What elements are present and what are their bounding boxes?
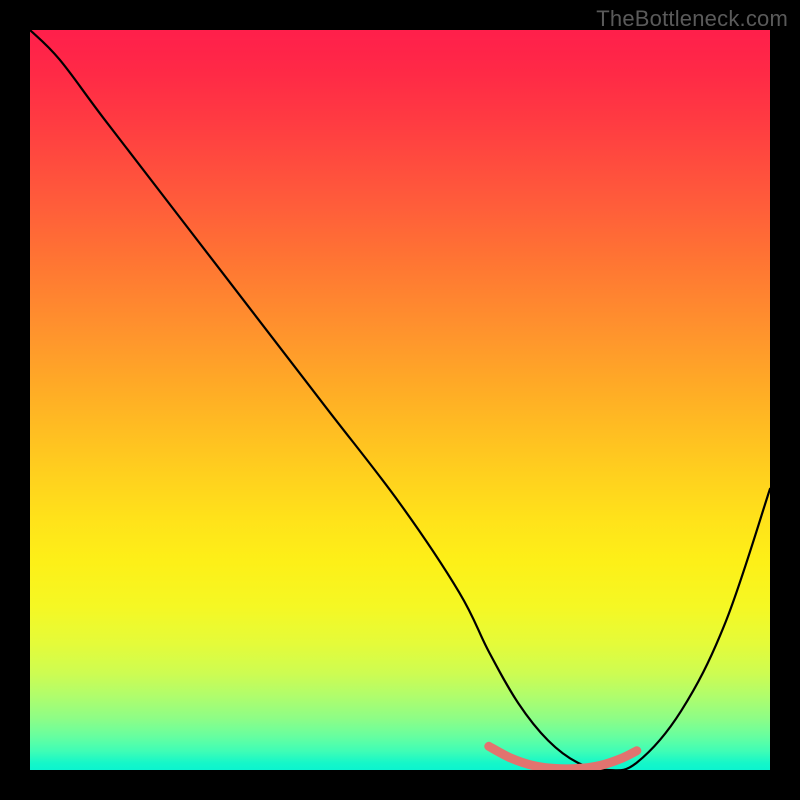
bottleneck-curve <box>30 30 770 770</box>
curve-layer <box>30 30 770 770</box>
plot-area <box>30 30 770 770</box>
watermark-text: TheBottleneck.com <box>596 6 788 32</box>
optimal-zone-highlight <box>489 746 637 769</box>
chart-container: TheBottleneck.com <box>0 0 800 800</box>
